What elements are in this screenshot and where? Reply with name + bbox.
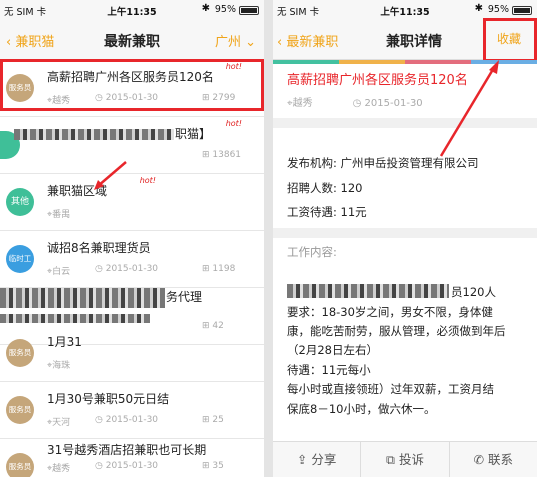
highlight-box (483, 18, 537, 62)
content-label: 工作内容: (287, 245, 337, 259)
clock-icon: ◷ (95, 264, 106, 274)
section-divider (273, 118, 537, 128)
bluetooth-icon: ✱ (201, 3, 210, 14)
content-line: 每小时或直接领班）过年双薪，工资月结 (287, 382, 494, 396)
hot-tag: hot! (225, 119, 242, 128)
job-title: 职猫】 (175, 127, 212, 141)
book-icon: ⊞ (202, 150, 213, 160)
action-bar: ⇪ 分享 ⧉ 投诉 ✆ 联系 (273, 441, 537, 477)
section-divider (273, 228, 537, 238)
redacted-text (14, 129, 174, 140)
view-count: ⊞ 1198 (202, 264, 236, 274)
redacted-text (0, 288, 165, 308)
redacted-text (287, 284, 449, 298)
category-badge: 服务员 (6, 396, 34, 424)
content-line: 要求：18-30岁之间，男女不限，身体健 (287, 305, 493, 319)
hot-tag: hot! (139, 176, 156, 185)
phone-icon: ✆ (473, 452, 489, 467)
book-icon: ⊞ (202, 264, 213, 274)
job-list-item[interactable]: 服务员 31号越秀酒店招兼职也可长期 ⌖越秀 ◷ 2015-01-30 ⊞ 35 (0, 439, 264, 477)
job-title: 诚招8名兼职理货员 (47, 241, 151, 255)
job-title: 兼职猫区域 (47, 184, 108, 198)
book-icon: ⊞ (202, 461, 213, 471)
job-title: 高薪招聘广州各区服务员120名 (287, 73, 468, 88)
date-label: ◷ 2015-01-30 (95, 264, 159, 274)
share-button[interactable]: ⇪ 分享 (273, 442, 362, 477)
job-list-screen: 无 SIM 卡 上午11:35 ✱ 95% ‹ 兼职猫 最新兼职 广州 ⌄ 服务… (0, 0, 264, 477)
job-list-item[interactable]: 服务员 1月31 ⌖海珠 (0, 325, 264, 382)
job-detail-screen: 无 SIM 卡 上午11:35 ✱ 95% ‹ 最新兼职 兼职详情 收藏 高薪招… (273, 0, 537, 477)
status-bar: 无 SIM 卡 上午11:35 ✱ 95% (0, 0, 264, 20)
book-icon: ⊞ (202, 415, 213, 425)
nav-bar: ‹ 兼职猫 最新兼职 广州 ⌄ (0, 20, 264, 60)
color-stripe (273, 60, 537, 64)
contact-button[interactable]: ✆ 联系 (450, 442, 537, 477)
redacted-text (0, 314, 150, 323)
category-badge: 其他 (6, 188, 34, 216)
bluetooth-icon: ✱ (474, 3, 483, 14)
job-list-item[interactable]: 其他 兼职猫区域 hot! ⌖番禺 (0, 174, 264, 231)
city-selector[interactable]: 广州 ⌄ (215, 31, 256, 50)
content-line: 待遇：11元每小 (287, 363, 371, 377)
category-badge: 服务员 (6, 339, 34, 367)
highlight-box (0, 59, 264, 111)
clock-icon: ◷ (95, 461, 106, 471)
content-line: 员120人 (451, 285, 496, 299)
job-list-item[interactable]: 服务员 1月30号兼职50元日结 ⌖天河 ◷ 2015-01-30 ⊞ 25 (0, 382, 264, 439)
battery-icon (512, 6, 532, 15)
date-label: ◷ 2015-01-30 (95, 461, 159, 471)
view-count: ⊞ 25 (202, 415, 224, 425)
location-label: ⌖番禺 (47, 210, 71, 220)
clock-icon: ◷ (95, 415, 106, 425)
job-title: 务代理 (166, 290, 203, 304)
complain-button[interactable]: ⧉ 投诉 (361, 442, 450, 477)
job-title: 31号越秀酒店招兼职也可长期 (47, 443, 207, 457)
category-badge: 临时工 (6, 245, 34, 273)
job-title: 1月30号兼职50元日结 (47, 392, 170, 406)
org-label: 发布机构: 广州申岳投资管理有限公司 (287, 156, 479, 170)
chevron-down-icon: ⌄ (245, 35, 256, 50)
location-label: ⌖越秀 (47, 464, 71, 474)
category-badge: 服务员 (6, 453, 34, 477)
city-label: 广州 (214, 35, 241, 50)
location-label: ⌖天河 (47, 418, 71, 428)
content-line: 康，能吃苦耐劳，服从管理，必须做到年后 (287, 324, 506, 338)
view-count: ⊞ 35 (202, 461, 224, 471)
battery-percent: 95% (487, 4, 509, 15)
content-line: 保底8－10小时，做六休一。 (287, 402, 436, 416)
battery-percent: 95% (214, 4, 236, 15)
view-count: ⊞ 13861 (202, 150, 242, 160)
job-title: 1月31 (47, 335, 82, 349)
clock-icon: ◷ (352, 98, 365, 109)
content-line: （2月28日左右） (287, 343, 378, 357)
location-label: ⌖白云 (47, 267, 71, 277)
complain-icon: ⧉ (386, 452, 399, 467)
job-meta: ⌖越秀 ◷ 2015-01-30 (287, 98, 423, 109)
battery-icon (239, 6, 259, 15)
status-bar: 无 SIM 卡 上午11:35 ✱ 95% (273, 0, 537, 20)
salary-label: 工资待遇: 11元 (287, 205, 367, 219)
job-list-item[interactable]: 临时工 诚招8名兼职理货员 ⌖白云 ◷ 2015-01-30 ⊞ 1198 (0, 231, 264, 288)
location-label: ⌖海珠 (47, 361, 71, 371)
date-label: ◷ 2015-01-30 (95, 415, 159, 425)
job-list-item[interactable]: 职猫】 hot! ⊞ 13861 (0, 117, 264, 174)
headcount-label: 招聘人数: 120 (287, 181, 363, 195)
share-icon: ⇪ (296, 452, 312, 467)
